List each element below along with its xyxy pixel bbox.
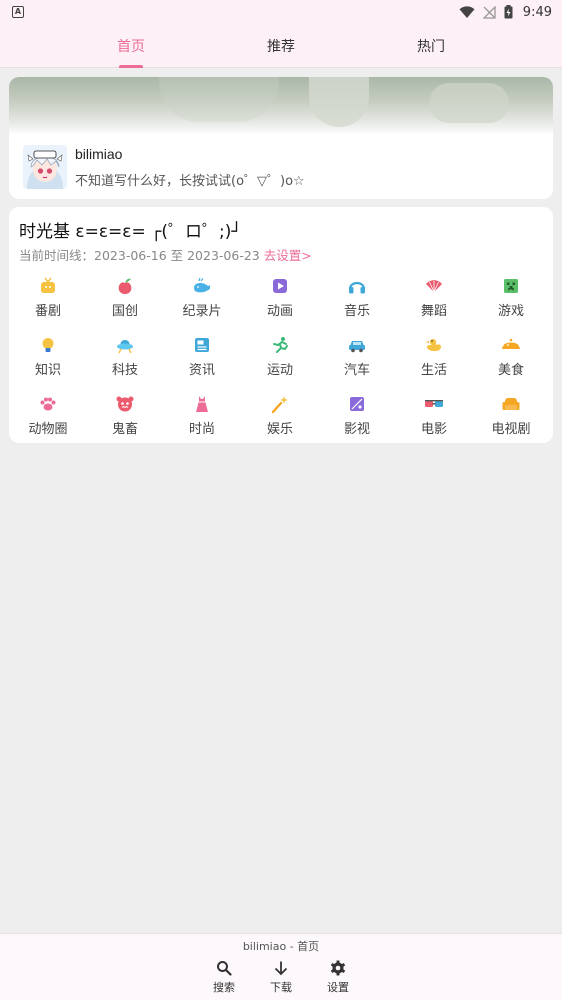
tab-popular[interactable]: 热门 <box>371 24 491 68</box>
category-item[interactable]: 电视剧 <box>476 391 546 441</box>
gear-icon <box>330 960 346 976</box>
category-item[interactable]: 知识 <box>13 332 83 382</box>
time-machine-title: 时光基 ε=ε=ε= ┌(゜ロ゜;)┘ <box>19 222 242 242</box>
fan-icon <box>424 276 444 296</box>
search-button[interactable]: 搜索 <box>204 960 244 998</box>
lightbulb-icon <box>38 335 58 355</box>
category-item[interactable]: 舞蹈 <box>399 273 469 323</box>
timeline-range: 当前时间线：2023-06-16 至 2023-06-23 去设置> <box>19 245 312 264</box>
category-item[interactable]: 时尚 <box>167 391 237 441</box>
category-item[interactable]: 电影 <box>399 391 469 441</box>
search-icon <box>217 961 232 976</box>
category-label: 科技 <box>111 363 138 378</box>
monster-icon <box>115 394 135 414</box>
category-label: 汽车 <box>343 363 370 378</box>
search-button-label: 搜索 <box>213 981 235 994</box>
category-label: 电影 <box>420 422 447 437</box>
avatar[interactable] <box>23 145 67 189</box>
tab-recommend-label: 推荐 <box>267 39 295 55</box>
category-label: 鬼畜 <box>111 422 138 437</box>
category-label: 生活 <box>420 363 447 378</box>
bottom-page-title: bilimiao - 首页 <box>242 940 320 953</box>
whale-icon <box>192 276 212 296</box>
category-label: 动物圈 <box>28 422 68 437</box>
car-icon <box>347 335 367 355</box>
film-icon <box>347 394 367 414</box>
runner-icon <box>270 335 290 355</box>
settings-button[interactable]: 设置 <box>318 960 358 998</box>
profile-card[interactable]: bilimiao 不知道写什么好，长按试试(o゜▽゜)o☆ <box>9 77 553 199</box>
category-label: 电视剧 <box>491 422 531 437</box>
profile-banner <box>9 77 553 135</box>
category-label: 舞蹈 <box>420 304 447 319</box>
ufo-icon <box>115 335 135 355</box>
category-label: 影视 <box>343 422 370 437</box>
category-item[interactable]: 汽车 <box>322 332 392 382</box>
clock: 9:49 <box>522 4 552 20</box>
category-item[interactable]: 番剧 <box>13 273 83 323</box>
category-item[interactable]: 国创 <box>90 273 160 323</box>
dish-icon <box>501 335 521 355</box>
headphones-icon <box>347 276 367 296</box>
paw-icon <box>38 394 58 414</box>
tab-recommend[interactable]: 推荐 <box>221 24 341 68</box>
settings-button-label: 设置 <box>327 981 349 994</box>
3d-glasses-icon <box>424 394 444 414</box>
category-item[interactable]: 影视 <box>322 391 392 441</box>
category-label: 知识 <box>34 363 61 378</box>
time-machine-card: 时光基 ε=ε=ε= ┌(゜ロ゜;)┘ 当前时间线：2023-06-16 至 2… <box>9 207 553 443</box>
category-item[interactable]: 娱乐 <box>245 391 315 441</box>
username: bilimiao <box>75 146 123 162</box>
category-label: 运动 <box>266 363 293 378</box>
category-label: 纪录片 <box>182 304 222 319</box>
category-item[interactable]: 音乐 <box>322 273 392 323</box>
category-item[interactable]: 动物圈 <box>13 391 83 441</box>
category-item[interactable]: 生活 <box>399 332 469 382</box>
app-notification-icon: A <box>12 6 24 18</box>
category-label: 资讯 <box>188 363 215 378</box>
category-item[interactable]: 纪录片 <box>167 273 237 323</box>
duck-icon <box>424 335 444 355</box>
category-label: 娱乐 <box>266 422 293 437</box>
play-icon <box>270 276 290 296</box>
category-label: 音乐 <box>343 304 370 319</box>
category-item[interactable]: 资讯 <box>167 332 237 382</box>
category-item[interactable]: 运动 <box>245 332 315 382</box>
top-tab-bar: 首页 推荐 热门 <box>0 24 562 68</box>
category-label: 游戏 <box>497 304 524 319</box>
timeline-dates: 2023-06-16 至 2023-06-23 <box>94 248 260 263</box>
tv-icon <box>38 276 58 296</box>
user-signature: 不知道写什么好，长按试试(o゜▽゜)o☆ <box>75 174 305 189</box>
category-label: 动画 <box>266 304 293 319</box>
category-item[interactable]: 美食 <box>476 332 546 382</box>
tab-home[interactable]: 首页 <box>71 24 191 68</box>
download-icon <box>274 961 288 976</box>
timeline-label: 当前时间线： <box>19 248 95 263</box>
category-item[interactable]: 科技 <box>90 332 160 382</box>
category-label: 番剧 <box>34 304 61 319</box>
category-label: 国创 <box>111 304 138 319</box>
dress-icon <box>192 394 212 414</box>
wifi-icon <box>459 5 475 18</box>
wand-icon <box>270 394 290 414</box>
bottom-bar: bilimiao - 首页 搜索 下载 设置 <box>0 933 562 1000</box>
active-tab-indicator <box>119 65 143 68</box>
category-item[interactable]: 动画 <box>245 273 315 323</box>
tab-home-label: 首页 <box>117 39 145 55</box>
sofa-icon <box>501 394 521 414</box>
no-signal-icon <box>482 5 496 19</box>
battery-icon <box>504 5 513 19</box>
tab-popular-label: 热门 <box>417 39 445 55</box>
download-button-label: 下载 <box>270 981 292 994</box>
news-icon <box>192 335 212 355</box>
download-button[interactable]: 下载 <box>261 960 301 998</box>
category-label: 美食 <box>497 363 524 378</box>
category-item[interactable]: 游戏 <box>476 273 546 323</box>
category-label: 时尚 <box>188 422 215 437</box>
creeper-icon <box>501 276 521 296</box>
set-timeline-link[interactable]: 去设置> <box>264 248 312 263</box>
status-bar: A 9:49 <box>0 0 562 24</box>
peach-icon <box>115 276 135 296</box>
category-item[interactable]: 鬼畜 <box>90 391 160 441</box>
